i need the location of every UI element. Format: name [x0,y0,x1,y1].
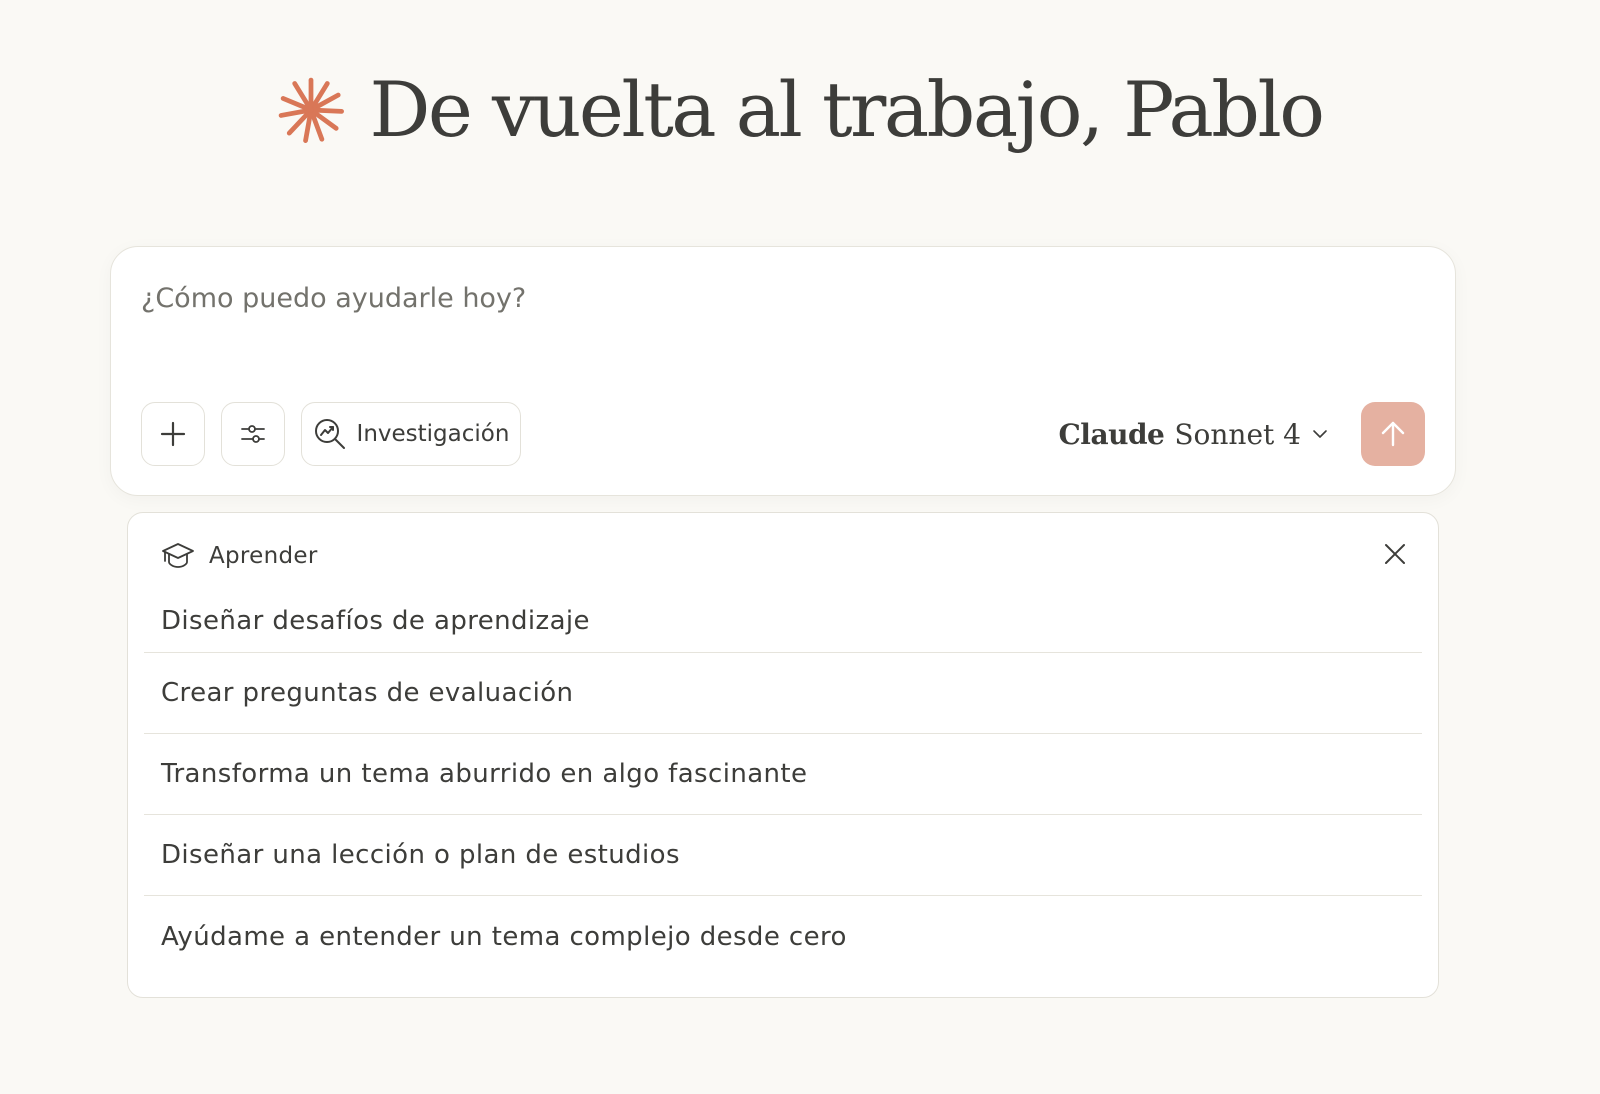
claude-spark-icon [279,77,345,143]
research-label: Investigación [356,421,510,447]
suggestion-list: Diseñar desafíos de aprendizaje Crear pr… [144,589,1422,977]
suggestion-item[interactable]: Crear preguntas de evaluación [144,653,1422,734]
chat-composer: ¿Cómo puedo ayudarle hoy? Investigación … [110,246,1456,496]
graduation-cap-icon [162,543,194,568]
learn-suggestions-panel: Aprender Diseñar desafíos de aprendizaje… [127,512,1439,998]
plus-icon [160,421,186,447]
greeting-title: De vuelta al trabajo, Pablo [369,65,1325,154]
greeting: De vuelta al trabajo, Pablo [0,62,1600,158]
research-magnifier-icon [314,419,345,449]
close-panel-button[interactable] [1380,539,1410,569]
message-input[interactable]: ¿Cómo puedo ayudarle hoy? [141,283,526,314]
sliders-icon [241,425,265,443]
add-attachment-button[interactable] [141,402,205,466]
arrow-up-icon [1381,421,1405,447]
research-button[interactable]: Investigación [301,402,521,466]
tools-button[interactable] [221,402,285,466]
close-icon [1385,544,1405,564]
model-name: Sonnet 4 [1174,417,1301,451]
panel-title: Aprender [209,543,318,569]
suggestion-item[interactable]: Ayúdame a entender un tema complejo desd… [144,896,1422,977]
suggestion-item[interactable]: Diseñar una lección o plan de estudios [144,815,1422,896]
suggestion-item[interactable]: Diseñar desafíos de aprendizaje [144,589,1422,653]
suggestion-item[interactable]: Transforma un tema aburrido en algo fasc… [144,734,1422,815]
model-brand: Claude [1058,417,1165,451]
send-button[interactable] [1361,402,1425,466]
model-selector[interactable]: Claude Sonnet 4 [1059,413,1329,455]
chevron-down-icon [1313,430,1327,438]
panel-header: Aprender [161,539,318,573]
